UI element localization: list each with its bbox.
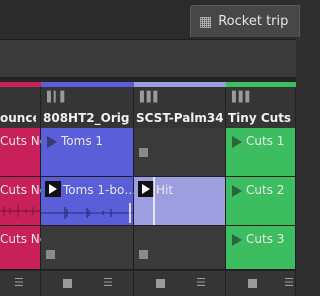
clip-slot[interactable]: Cuts Ne… — [0, 177, 59, 226]
clip-slot[interactable]: Toms 1 — [41, 128, 134, 177]
empty-slot[interactable] — [41, 226, 134, 270]
stop-icon[interactable] — [46, 250, 55, 259]
clip-name: Cuts 1 — [246, 134, 285, 148]
stop-icon[interactable] — [63, 279, 72, 288]
play-icon[interactable] — [45, 181, 61, 197]
clip-slot-playing[interactable]: Toms 1-bo… — [41, 177, 137, 226]
clip-name: Cuts 3 — [246, 232, 285, 246]
piano-icon: ▌▌▌ — [140, 92, 161, 103]
track-name: 808HT2_Orig — [43, 111, 130, 125]
play-icon[interactable] — [232, 185, 242, 197]
track-column-1: ounce — [0, 82, 41, 128]
stop-icon[interactable] — [139, 250, 148, 259]
track-column-4: ▌▌▌ Tiny Cuts — [226, 82, 296, 128]
tab-rocket-trip[interactable]: ▦ Rocket trip — [190, 5, 300, 37]
clip-name: Toms 1 — [61, 134, 104, 148]
tab-label: Rocket trip — [218, 14, 289, 29]
toolbar — [0, 40, 296, 78]
clip-slot[interactable]: Cuts 1 — [226, 128, 296, 177]
grid-icon: ▦ — [199, 13, 213, 30]
play-icon[interactable] — [47, 136, 57, 148]
empty-slot[interactable] — [134, 128, 226, 177]
track-footer: ☰ — [134, 270, 226, 296]
track-name: Tiny Cuts — [228, 111, 292, 125]
play-icon[interactable] — [232, 136, 242, 148]
track-footer: ☰ — [41, 270, 134, 296]
clip-slot[interactable]: Cuts Ne… — [0, 128, 59, 177]
clip-slot-playing[interactable]: Hit — [134, 177, 226, 226]
track-footer: ☰ — [0, 270, 41, 296]
drum-icon: ▌▎▌ — [47, 92, 68, 103]
track-column-3: ▌▌▌ SCST-Palm34… — [134, 82, 226, 128]
list-icon[interactable]: ☰ — [284, 276, 298, 290]
track-name: ounce — [0, 111, 36, 125]
clip-name: Cuts 2 — [246, 183, 285, 197]
list-icon[interactable]: ☰ — [14, 276, 28, 290]
stop-icon[interactable] — [156, 279, 165, 288]
clip-name: Toms 1-bo… — [63, 183, 137, 197]
track-footer: ☰ — [226, 270, 296, 296]
play-icon[interactable] — [232, 234, 242, 246]
track-header[interactable]: ▌▎▌ 808HT2_Orig — [41, 87, 134, 128]
clip-slot[interactable]: Cuts 3 — [226, 226, 296, 270]
track-header[interactable]: ounce — [0, 87, 41, 128]
clip-slot[interactable]: Cuts Ne… — [0, 226, 59, 270]
track-header[interactable]: ▌▌▌ Tiny Cuts — [226, 87, 296, 128]
track-column-2: ▌▎▌ 808HT2_Orig — [41, 82, 134, 128]
list-icon[interactable]: ☰ — [196, 276, 210, 290]
empty-slot[interactable] — [134, 226, 226, 270]
clip-slot[interactable]: Cuts 2 — [226, 177, 296, 226]
list-icon[interactable]: ☰ — [103, 276, 117, 290]
stop-icon[interactable] — [139, 148, 148, 157]
piano-icon: ▌▌▌ — [232, 92, 253, 103]
track-name: SCST-Palm34… — [136, 111, 223, 125]
playhead — [153, 177, 155, 225]
track-header[interactable]: ▌▌▌ SCST-Palm34… — [134, 87, 226, 128]
waveform — [0, 205, 40, 217]
waveform — [41, 203, 133, 223]
stop-icon[interactable] — [248, 279, 257, 288]
